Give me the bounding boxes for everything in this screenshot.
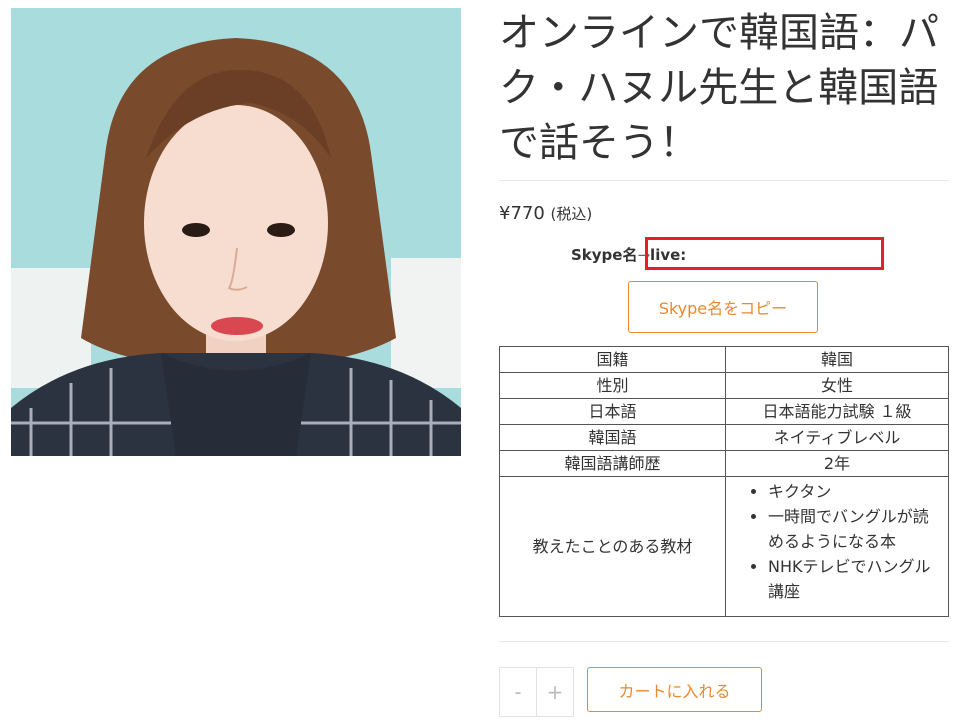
table-row: 国籍 韓国 [499,346,949,373]
divider [499,641,949,642]
materials-list: キクタン 一時間でバングルが読めるようになる本 NHKテレビでハングル講座 [726,479,940,604]
table-row: 性別 女性 [499,372,949,399]
quantity-stepper: - + [499,667,574,717]
teacher-photo [11,8,461,456]
decrement-button[interactable]: - [500,668,536,716]
list-item: NHKテレビでハングル講座 [768,554,940,604]
table-row: 韓国語講師歴 2年 [499,450,949,477]
row-label: 韓国語 [499,424,726,451]
add-to-cart-button[interactable]: カートに入れる [587,667,762,712]
row-label: 日本語 [499,398,726,425]
divider [499,180,949,181]
row-value: 2年 [725,450,949,477]
list-item: 一時間でバングルが読めるようになる本 [768,504,940,554]
list-item: キクタン [768,479,940,504]
product-title: オンラインで韓国語：パク・ハヌル先生と韓国語で話そう！ [499,10,939,166]
row-label: 韓国語講師歴 [499,450,726,477]
row-value: ネイティブレベル [725,424,949,451]
row-label: 教えたことのある教材 [499,476,726,617]
skype-label: Skype名 [571,246,638,264]
skype-highlight-box [645,237,884,270]
row-value: 韓国 [725,346,949,373]
increment-button[interactable]: + [536,668,573,716]
materials-cell: キクタン 一時間でバングルが読めるようになる本 NHKテレビでハングル講座 [725,476,949,617]
row-value: 日本語能力試験 １級 [725,398,949,425]
table-row: 教えたことのある教材 キクタン 一時間でバングルが読めるようになる本 NHKテレ… [499,476,949,617]
row-value: 女性 [725,372,949,399]
tax-note: (税込) [550,205,593,223]
table-row: 韓国語 ネイティブレベル [499,424,949,451]
price: ¥770 (税込) [499,203,592,224]
teacher-info-table: 国籍 韓国 性別 女性 日本語 日本語能力試験 １級 韓国語 ネイティブレベル … [499,346,949,617]
row-label: 国籍 [499,346,726,373]
copy-skype-name-button[interactable]: Skype名をコピー [628,281,818,333]
product-page: オンラインで韓国語：パク・ハヌル先生と韓国語で話そう！ ¥770 (税込) Sk… [0,0,977,723]
table-row: 日本語 日本語能力試験 １級 [499,398,949,425]
price-amount: ¥770 [499,203,545,224]
row-label: 性別 [499,372,726,399]
